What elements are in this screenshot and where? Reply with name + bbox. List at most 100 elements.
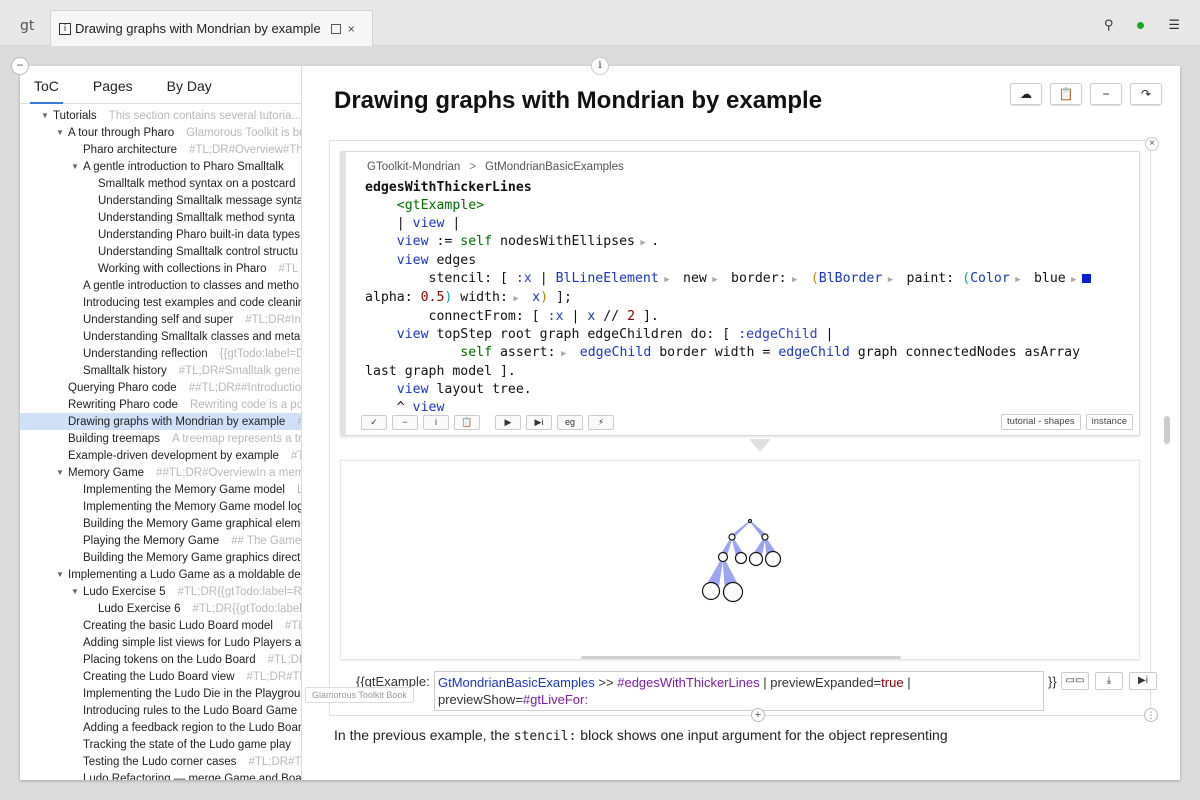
breadcrumb-class[interactable]: GtMondrianBasicExamples: [485, 161, 624, 173]
gt-logo[interactable]: gt: [20, 18, 34, 34]
window-tab-bar: gt i Drawing graphs with Mondrian by exa…: [0, 0, 1200, 46]
toc-item[interactable]: Tracking the state of the Ludo game play: [20, 736, 301, 753]
toc-item[interactable]: Understanding Smalltalk control structu: [20, 243, 301, 260]
discard-button[interactable]: −: [392, 415, 418, 430]
method-source[interactable]: edgesWithThickerLines <gtExample> | view…: [365, 179, 1092, 417]
toc-item[interactable]: ▼ Memory Game ##TL;DR#OverviewIn a memo: [20, 464, 301, 481]
search-icon[interactable]: ⚲: [1104, 18, 1114, 33]
graph-node[interactable]: [748, 551, 764, 567]
toc-item[interactable]: Understanding Smalltalk message synta: [20, 192, 301, 209]
run-inspect-button[interactable]: ▶i: [1129, 672, 1157, 690]
method-tag[interactable]: instance: [1085, 414, 1133, 430]
toc-item[interactable]: Creating the basic Ludo Board model #TL: [20, 617, 301, 634]
profile-button[interactable]: ⚡: [588, 415, 614, 430]
tab-toc[interactable]: ToC: [24, 66, 69, 104]
toc-item[interactable]: Example-driven development by example #T: [20, 447, 301, 464]
tab-pages[interactable]: Pages: [83, 66, 143, 103]
snippet-selector[interactable]: #edgesWithThickerLines: [617, 675, 759, 690]
document-tab[interactable]: i Drawing graphs with Mondrian by exampl…: [50, 10, 373, 46]
mondrian-graph[interactable]: [341, 461, 1141, 661]
toc-item[interactable]: ▼ Implementing a Ludo Game as a moldable …: [20, 566, 301, 583]
clipboard-button[interactable]: 📋: [1050, 83, 1082, 105]
toc-item[interactable]: Working with collections in Pharo #TL: [20, 260, 301, 277]
cloud-upload-button[interactable]: ☁: [1010, 83, 1042, 105]
toc-item[interactable]: Building the Memory Game graphics direct…: [20, 549, 301, 566]
toc-item[interactable]: Understanding self and super #TL;DR#Intr: [20, 311, 301, 328]
toc-item[interactable]: Understanding reflection {{gtTodo:label=D: [20, 345, 301, 362]
toc-item[interactable]: Ludo Exercise 6 #TL;DR{{gtTodo:label=: [20, 600, 301, 617]
toc-item[interactable]: Drawing graphs with Mondrian by example#: [20, 413, 301, 430]
graph-node[interactable]: [728, 533, 736, 541]
toc-item[interactable]: Adding a feedback region to the Ludo Boa…: [20, 719, 301, 736]
collapse-sidebar-button[interactable]: −: [11, 57, 29, 75]
toc-item[interactable]: Introducing test examples and code clean…: [20, 294, 301, 311]
toc-item[interactable]: Smalltalk history #TL;DR#Smalltalk genea: [20, 362, 301, 379]
graph-node[interactable]: [717, 551, 729, 563]
method-tag[interactable]: tutorial - shapes: [1001, 414, 1081, 430]
expand-arrow-icon[interactable]: ▼: [71, 587, 79, 596]
expand-arrow-icon[interactable]: ▼: [56, 468, 64, 477]
toc-item[interactable]: ▼ A tour through Pharo Glamorous Toolkit i…: [20, 124, 301, 141]
expand-arrow-icon[interactable]: ▼: [41, 111, 49, 120]
toc-item[interactable]: Implementing the Ludo Die in the Playgro…: [20, 685, 301, 702]
toc-item[interactable]: Placing tokens on the Ludo Board #TL;DR#: [20, 651, 301, 668]
expand-button[interactable]: ⤓: [1095, 672, 1123, 690]
toc-item[interactable]: Understanding Smalltalk classes and meta…: [20, 328, 301, 345]
horizontal-scrollbar[interactable]: [581, 656, 901, 659]
snippet-editor[interactable]: GtMondrianBasicExamples >> #edgesWithThi…: [434, 671, 1044, 711]
maximize-icon[interactable]: [330, 23, 341, 34]
toc-item[interactable]: Playing the Memory Game ## The Game E: [20, 532, 301, 549]
toc-item[interactable]: Implementing the Memory Game model logi: [20, 498, 301, 515]
menu-icon[interactable]: ☰: [1168, 18, 1180, 33]
graph-node[interactable]: [764, 550, 782, 568]
toc-item[interactable]: Smalltalk method syntax on a postcard: [20, 175, 301, 192]
expand-arrow-icon[interactable]: ▼: [71, 162, 79, 171]
graph-node[interactable]: [747, 518, 753, 524]
toc-item[interactable]: Introducing rules to the Ludo Board Game: [20, 702, 301, 719]
tab-title[interactable]: Drawing graphs with Mondrian by example: [75, 21, 321, 36]
code-editor[interactable]: GToolkit-Mondrian > GtMondrianBasicExample…: [340, 151, 1140, 436]
toc-item[interactable]: Testing the Ludo corner cases #TL;DR#Tes: [20, 753, 301, 770]
add-snippet-button[interactable]: +: [751, 708, 765, 722]
graph-view[interactable]: [340, 460, 1140, 660]
toc-item[interactable]: Adding simple list views for Ludo Player…: [20, 634, 301, 651]
run-button[interactable]: ▶: [495, 415, 521, 430]
toc-item[interactable]: Building the Memory Game graphical eleme: [20, 515, 301, 532]
share-button[interactable]: ↷: [1130, 83, 1162, 105]
toc-item[interactable]: ▼ Tutorials This section contains several …: [20, 107, 301, 124]
expand-arrow-icon[interactable]: ▼: [56, 570, 64, 579]
toc-item[interactable]: Implementing the Memory Game modelLe: [20, 481, 301, 498]
run-inspect-button[interactable]: ▶i: [526, 415, 552, 430]
toc-item[interactable]: A gentle introduction to classes and met…: [20, 277, 301, 294]
expand-arrow-icon[interactable]: ▼: [56, 128, 64, 137]
toc-item[interactable]: ▼ A gentle introduction to Pharo Smalltal…: [20, 158, 301, 175]
example-button[interactable]: eg: [557, 415, 583, 430]
minimize-button[interactable]: −: [1090, 83, 1122, 105]
accept-button[interactable]: ✓: [361, 415, 387, 430]
graph-node[interactable]: [722, 581, 744, 603]
toc-item[interactable]: Pharo architecture #TL;DR#Overview#The: [20, 141, 301, 158]
toc-item[interactable]: Creating the Ludo Board view #TL;DR#The: [20, 668, 301, 685]
snippet-class[interactable]: GtMondrianBasicExamples: [438, 675, 595, 690]
toc-item[interactable]: Rewriting Pharo code Rewriting code is a …: [20, 396, 301, 413]
graph-node[interactable]: [701, 581, 721, 601]
graph-node[interactable]: [734, 551, 748, 565]
toc-item[interactable]: Building treemaps A treemap represents a …: [20, 430, 301, 447]
toc-item[interactable]: Querying Pharo code ##TL;DR##Introduction: [20, 379, 301, 396]
close-tab-icon[interactable]: ×: [348, 22, 355, 36]
vertical-scrollbar[interactable]: [1164, 416, 1170, 444]
toc-item[interactable]: Understanding Smalltalk method synta: [20, 209, 301, 226]
close-example-icon[interactable]: ×: [1145, 137, 1159, 151]
tab-by-day[interactable]: By Day: [157, 66, 222, 103]
info-button[interactable]: i: [591, 57, 609, 75]
drag-handle-icon[interactable]: ⋮: [1144, 708, 1158, 722]
inspect-button[interactable]: i: [423, 415, 449, 430]
book-tag[interactable]: Glamorous Toolkit Book: [305, 687, 414, 703]
graph-node[interactable]: [761, 533, 769, 541]
toggle-preview-button[interactable]: ▭▭: [1061, 672, 1089, 690]
toc-item[interactable]: Ludo Refactoring — merge Game and Board: [20, 770, 301, 781]
toc-item[interactable]: Understanding Pharo built-in data types: [20, 226, 301, 243]
toc-item[interactable]: ▼ Ludo Exercise 5 #TL;DR{{gtTodo:label=REV: [20, 583, 301, 600]
copy-button[interactable]: 📋: [454, 415, 480, 430]
breadcrumb-package[interactable]: GToolkit-Mondrian: [367, 161, 460, 173]
